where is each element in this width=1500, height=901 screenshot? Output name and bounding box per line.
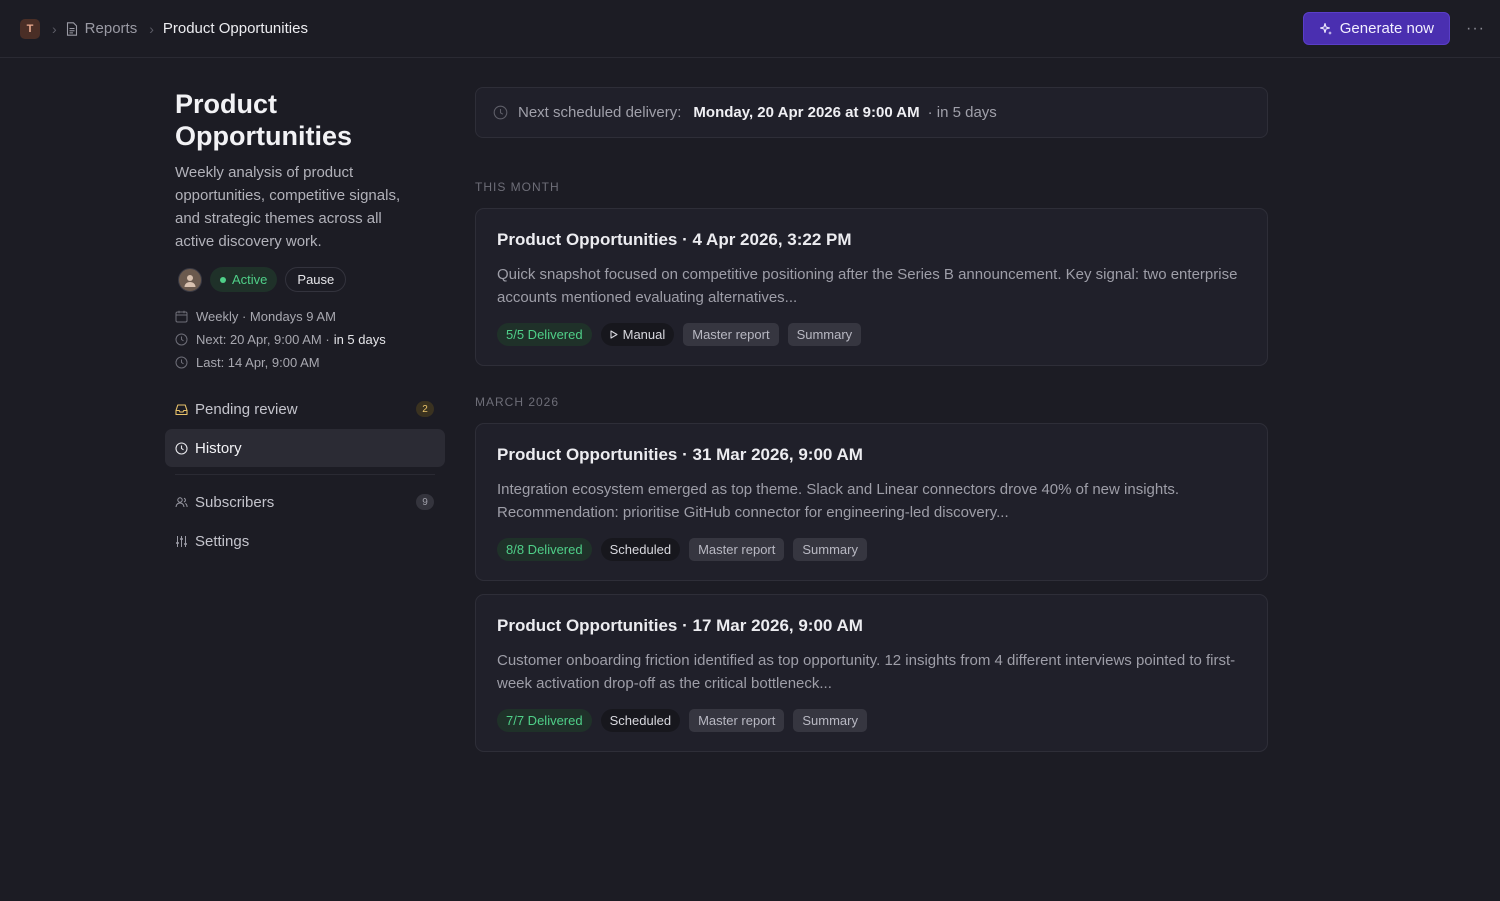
status-dot — [220, 276, 226, 283]
trigger-badge: Scheduled — [600, 538, 681, 561]
page-title: Product Opportunities — [175, 89, 352, 151]
trigger-badge: Scheduled — [600, 709, 681, 732]
summary-tag[interactable]: Summary — [787, 323, 862, 346]
inbox-icon — [175, 403, 188, 415]
person-icon — [184, 274, 196, 287]
next-delivery-banner: Next scheduled delivery: Monday, 20 Apr … — [475, 87, 1268, 138]
clock-icon — [175, 333, 188, 346]
report-description: Weekly analysis of product opportunities… — [175, 164, 401, 250]
report-card-title: Product Opportunities · 31 Mar 2026, 9:0… — [497, 445, 863, 464]
report-card[interactable]: Product Opportunities · 31 Mar 2026, 9:0… — [475, 423, 1268, 581]
status-badge: Active — [210, 267, 278, 292]
schedule-next: Next: 20 Apr, 9:00 AM · in 5 days — [175, 328, 445, 351]
nav-item-settings[interactable]: Settings — [165, 522, 445, 560]
nav-label-settings: Settings — [195, 532, 250, 550]
delivered-badge: 5/5 Delivered — [497, 323, 592, 346]
document-icon — [66, 21, 77, 36]
calendar-icon — [175, 310, 188, 323]
report-card-summary: Customer onboarding friction identified … — [497, 652, 1236, 692]
nav-label-history: History — [195, 439, 242, 457]
delivered-badge: 7/7 Delivered — [497, 709, 592, 732]
summary-tag[interactable]: Summary — [793, 709, 867, 732]
section-label: THIS MONTH — [475, 180, 560, 194]
section-label: MARCH 2026 — [475, 395, 560, 409]
report-card-summary: Quick snapshot focused on competitive po… — [497, 266, 1238, 306]
clock-icon — [175, 441, 188, 455]
report-card-chips: 8/8 Delivered Scheduled Master report Su… — [497, 538, 1246, 561]
nav-item-subscribers[interactable]: Subscribers 9 — [165, 483, 445, 521]
sliders-icon — [176, 535, 187, 547]
pause-button[interactable]: Pause — [285, 267, 347, 292]
breadcrumb-current: Product Opportunities — [162, 20, 308, 37]
report-nav: Pending review 2 History Subscribers 9 S… — [165, 390, 445, 560]
schedule-last-text: Last: 14 Apr, 9:00 AM — [196, 355, 320, 370]
generate-now-label: Generate now — [1339, 20, 1434, 37]
status-row: Active Pause — [165, 267, 445, 292]
pending-count-badge: 2 — [416, 401, 434, 417]
sparkle-icon — [1319, 22, 1332, 35]
report-card-summary: Integration ecosystem emerged as top the… — [497, 481, 1180, 521]
report-card[interactable]: Product Opportunities · 4 Apr 2026, 3:22… — [475, 208, 1268, 366]
generate-now-button[interactable]: Generate now — [1302, 12, 1450, 45]
master-report-tag[interactable]: Master report — [689, 538, 785, 561]
trigger-label: Manual — [622, 327, 666, 342]
master-report-tag[interactable]: Master report — [689, 709, 785, 732]
schedule-frequency: Weekly · Mondays 9 AM — [175, 305, 445, 328]
report-card-chips: 7/7 Delivered Scheduled Master report Su… — [497, 709, 1246, 732]
owner-avatar[interactable] — [178, 267, 202, 292]
schedule-next-text: Next: 20 Apr, 9:00 AM · — [196, 332, 330, 347]
schedule-meta: Weekly · Mondays 9 AM Next: 20 Apr, 9:00… — [165, 305, 445, 374]
report-card-title: Product Opportunities · 17 Mar 2026, 9:0… — [497, 616, 863, 635]
chevron-right-icon: › — [149, 20, 154, 37]
master-report-tag[interactable]: Master report — [683, 323, 779, 346]
breadcrumb-reports[interactable]: Reports — [85, 20, 138, 37]
report-card-chips: 5/5 Delivered Manual Master report Summa… — [497, 323, 1246, 346]
play-icon — [610, 330, 618, 339]
next-delivery-relative: · in 5 days — [927, 104, 997, 121]
report-sidebar: Product Opportunities Weekly analysis of… — [165, 88, 445, 561]
next-delivery-label: Next scheduled delivery: — [518, 104, 682, 121]
subscribers-count-badge: 9 — [416, 494, 434, 510]
delivered-badge: 8/8 Delivered — [497, 538, 592, 561]
trigger-badge: Manual — [600, 323, 675, 346]
summary-tag[interactable]: Summary — [793, 538, 867, 561]
nav-item-history[interactable]: History — [165, 429, 445, 467]
schedule-next-relative: in 5 days — [333, 332, 386, 347]
next-delivery-when: Monday, 20 Apr 2026 at 9:00 AM — [693, 104, 920, 121]
schedule-last: Last: 14 Apr, 9:00 AM — [175, 351, 445, 374]
report-card[interactable]: Product Opportunities · 17 Mar 2026, 9:0… — [475, 594, 1268, 752]
schedule-frequency-text: Weekly · Mondays 9 AM — [196, 309, 336, 324]
top-bar: T › Reports › Product Opportunities Gene… — [0, 0, 1500, 58]
clock-icon — [493, 105, 508, 120]
nav-item-pending-review[interactable]: Pending review 2 — [165, 390, 445, 428]
status-label: Active — [232, 272, 268, 287]
chevron-right-icon: › — [52, 20, 57, 37]
more-options-icon[interactable]: ··· — [1466, 20, 1484, 38]
nav-divider — [175, 474, 435, 475]
clock-icon — [175, 356, 188, 369]
workspace-avatar[interactable]: T — [20, 18, 40, 39]
report-card-title: Product Opportunities · 4 Apr 2026, 3:22… — [497, 230, 852, 249]
nav-label-pending-review: Pending review — [195, 400, 298, 418]
report-history: Next scheduled delivery: Monday, 20 Apr … — [475, 87, 1268, 765]
users-icon — [175, 496, 188, 507]
nav-label-subscribers: Subscribers — [195, 493, 275, 511]
